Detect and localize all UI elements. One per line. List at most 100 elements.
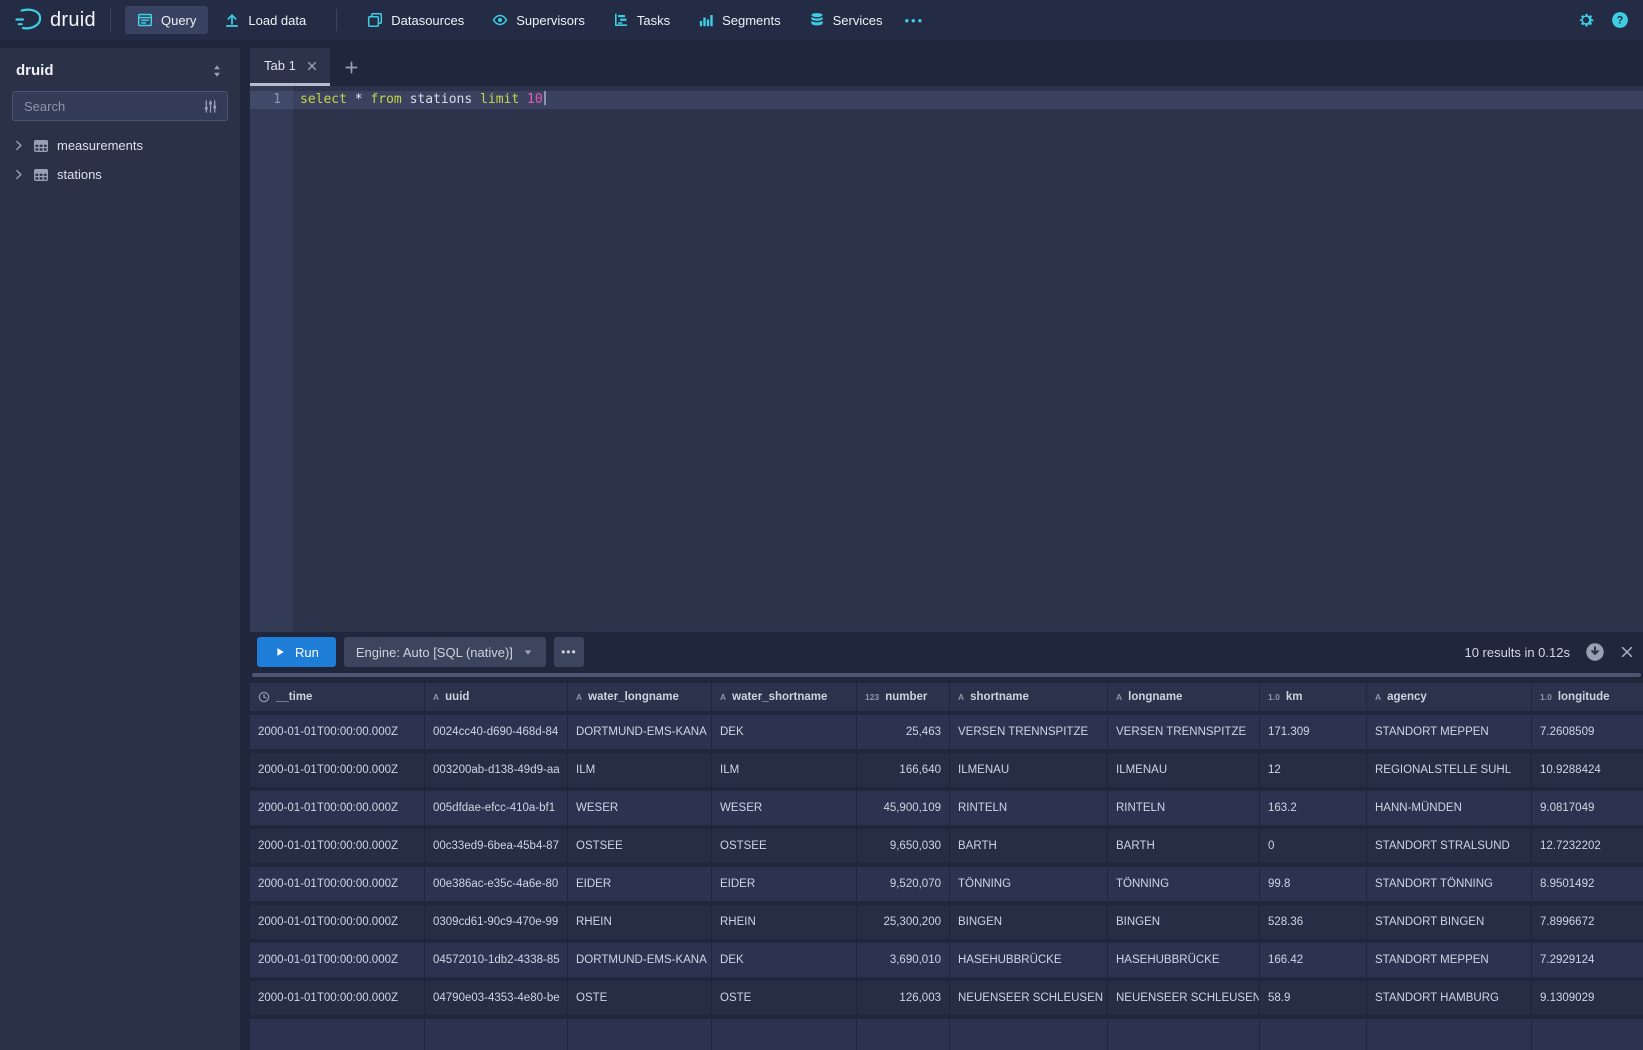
app-logo[interactable]: druid <box>14 7 96 33</box>
table-cell[interactable] <box>568 1019 712 1050</box>
table-cell[interactable]: RHEIN <box>712 905 857 939</box>
table-cell[interactable]: NEUENSEER SCHLEUSEN <box>950 981 1108 1015</box>
download-results-icon[interactable] <box>1585 642 1605 662</box>
table-cell[interactable]: 2000-01-01T00:00:00.000Z <box>250 791 425 825</box>
table-cell[interactable]: RINTELN <box>1108 791 1260 825</box>
table-cell[interactable]: 0309cd61-90c9-470e-99 <box>425 905 568 939</box>
table-cell[interactable]: ILMENAU <box>1108 753 1260 787</box>
table-cell[interactable]: 126,003 <box>857 981 950 1015</box>
table-cell[interactable]: TÖNNING <box>1108 867 1260 901</box>
resize-handle[interactable] <box>252 673 1641 677</box>
navbar-more-button[interactable]: ••• <box>895 13 935 28</box>
table-cell[interactable] <box>1532 1019 1643 1050</box>
table-cell[interactable]: 00c33ed9-6bea-45b4-87 <box>425 829 568 863</box>
table-cell[interactable]: STANDORT TÖNNING <box>1367 867 1532 901</box>
table-cell[interactable]: WESER <box>712 791 857 825</box>
column-header-water-longname[interactable]: Awater_longname <box>568 683 712 711</box>
table-cell[interactable]: 166.42 <box>1260 943 1367 977</box>
run-button[interactable]: Run <box>257 637 336 667</box>
table-cell[interactable] <box>712 1019 857 1050</box>
nav-item-segments[interactable]: Segments <box>686 6 793 34</box>
table-cell[interactable]: RINTELN <box>950 791 1108 825</box>
table-cell[interactable]: 9,650,030 <box>857 829 950 863</box>
table-cell[interactable]: 10.9288424 <box>1532 753 1643 787</box>
column-header-longname[interactable]: Alongname <box>1108 683 1260 711</box>
help-icon[interactable]: ? <box>1611 11 1629 29</box>
table-cell[interactable]: 0024cc40-d690-468d-84 <box>425 715 568 749</box>
column-header-number[interactable]: 123number <box>857 683 950 711</box>
table-cell[interactable]: OSTE <box>712 981 857 1015</box>
nav-item-datasources[interactable]: Datasources <box>355 6 476 34</box>
column-header-agency[interactable]: Aagency <box>1367 683 1532 711</box>
engine-select-button[interactable]: Engine: Auto [SQL (native)] <box>344 637 546 667</box>
schema-selector[interactable]: druid <box>12 58 228 91</box>
table-item-stations[interactable]: stations <box>12 160 228 189</box>
table-cell[interactable] <box>250 1019 425 1050</box>
table-cell[interactable]: 04790e03-4353-4e80-be <box>425 981 568 1015</box>
table-cell[interactable]: ILM <box>712 753 857 787</box>
column-header-water-shortname[interactable]: Awater_shortname <box>712 683 857 711</box>
table-cell[interactable]: 2000-01-01T00:00:00.000Z <box>250 981 425 1015</box>
nav-item-services[interactable]: Services <box>797 6 895 34</box>
table-cell[interactable]: 58.9 <box>1260 981 1367 1015</box>
table-item-measurements[interactable]: measurements <box>12 131 228 160</box>
search-input[interactable] <box>22 98 197 115</box>
table-cell[interactable]: HASEHUBBRÜCKE <box>950 943 1108 977</box>
table-cell[interactable]: 005dfdae-efcc-410a-bf1 <box>425 791 568 825</box>
new-tab-button[interactable] <box>344 48 359 86</box>
query-more-button[interactable]: ••• <box>554 637 584 667</box>
table-cell[interactable]: ILM <box>568 753 712 787</box>
editor-code-area[interactable]: select * from stations limit 10 <box>293 86 1643 632</box>
table-cell[interactable]: 003200ab-d138-49d9-aa <box>425 753 568 787</box>
table-cell[interactable]: 7.2929124 <box>1532 943 1643 977</box>
table-cell[interactable] <box>1108 1019 1260 1050</box>
double-caret-vertical-icon[interactable] <box>210 64 224 78</box>
table-cell[interactable]: BARTH <box>950 829 1108 863</box>
settings-gear-icon[interactable] <box>1577 11 1595 29</box>
table-cell[interactable]: BARTH <box>1108 829 1260 863</box>
table-cell[interactable]: 9.0817049 <box>1532 791 1643 825</box>
column-header-uuid[interactable]: Auuid <box>425 683 568 711</box>
table-cell[interactable]: DORTMUND-EMS-KANA <box>568 715 712 749</box>
table-cell[interactable]: 7.2608509 <box>1532 715 1643 749</box>
table-cell[interactable]: STANDORT MEPPEN <box>1367 943 1532 977</box>
table-cell[interactable]: 99.8 <box>1260 867 1367 901</box>
table-cell[interactable]: VERSEN TRENNSPITZE <box>1108 715 1260 749</box>
table-cell[interactable]: VERSEN TRENNSPITZE <box>950 715 1108 749</box>
table-cell[interactable]: NEUENSEER SCHLEUSEN <box>1108 981 1260 1015</box>
table-cell[interactable]: TÖNNING <box>950 867 1108 901</box>
table-cell[interactable]: 7.8996672 <box>1532 905 1643 939</box>
tab-tab-1[interactable]: Tab 1 <box>250 48 330 86</box>
table-cell[interactable]: BINGEN <box>1108 905 1260 939</box>
table-cell[interactable] <box>425 1019 568 1050</box>
table-cell[interactable]: 8.9501492 <box>1532 867 1643 901</box>
sql-editor[interactable]: 1 select * from stations limit 10 <box>250 86 1643 632</box>
table-cell[interactable]: 3,690,010 <box>857 943 950 977</box>
table-cell[interactable]: STANDORT HAMBURG <box>1367 981 1532 1015</box>
table-cell[interactable]: 528.36 <box>1260 905 1367 939</box>
table-cell[interactable]: OSTE <box>568 981 712 1015</box>
table-cell[interactable]: 00e386ac-e35c-4a6e-80 <box>425 867 568 901</box>
table-cell[interactable]: 12 <box>1260 753 1367 787</box>
table-cell[interactable]: EIDER <box>568 867 712 901</box>
tab-close-icon[interactable] <box>306 60 318 72</box>
table-cell[interactable]: 2000-01-01T00:00:00.000Z <box>250 943 425 977</box>
table-cell[interactable]: OSTSEE <box>568 829 712 863</box>
nav-item-tasks[interactable]: Tasks <box>601 6 682 34</box>
table-cell[interactable]: 0 <box>1260 829 1367 863</box>
column-header-longitude[interactable]: 1.0longitude <box>1532 683 1643 711</box>
close-results-icon[interactable] <box>1620 645 1634 659</box>
nav-item-query[interactable]: Query <box>125 6 208 34</box>
table-cell[interactable]: 12.7232202 <box>1532 829 1643 863</box>
table-cell[interactable]: 25,463 <box>857 715 950 749</box>
column-header-shortname[interactable]: Ashortname <box>950 683 1108 711</box>
table-cell[interactable]: 2000-01-01T00:00:00.000Z <box>250 829 425 863</box>
table-cell[interactable]: DEK <box>712 715 857 749</box>
table-cell[interactable]: 163.2 <box>1260 791 1367 825</box>
table-cell[interactable]: 9.1309029 <box>1532 981 1643 1015</box>
table-cell[interactable]: WESER <box>568 791 712 825</box>
nav-item-load-data[interactable]: Load data <box>212 6 318 34</box>
table-cell[interactable]: RHEIN <box>568 905 712 939</box>
table-cell[interactable]: EIDER <box>712 867 857 901</box>
table-cell[interactable]: 2000-01-01T00:00:00.000Z <box>250 905 425 939</box>
